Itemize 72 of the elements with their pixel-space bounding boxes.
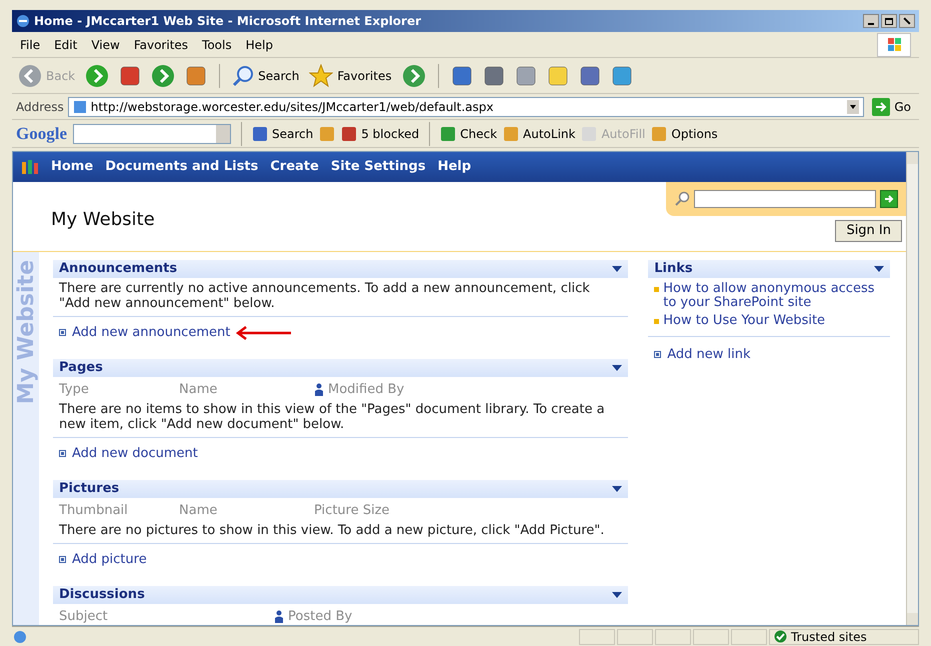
- empty-message: There are no items to show in this view of the "Pages" document library. To create a new item, click "Add new document" below.: [53, 402, 628, 438]
- scrollbar[interactable]: [906, 152, 918, 625]
- add-icon: [654, 351, 662, 358]
- empty-message: There are currently no active announcements. To add a new announcement, click "Add new announcement" below.: [53, 281, 628, 317]
- site-search-field[interactable]: [694, 190, 876, 208]
- menu-item[interactable]: File: [20, 36, 40, 54]
- dropdown-icon[interactable]: [612, 266, 622, 272]
- web-part-header: Discussions: [53, 586, 628, 604]
- blocked-button[interactable]: 5 blocked: [341, 124, 420, 142]
- web-part-header: Pages: [53, 358, 628, 376]
- link[interactable]: How to allow anonymous access to your SharePoint site: [663, 282, 884, 310]
- site-title: My Website: [51, 208, 155, 232]
- google-search-field[interactable]: [73, 124, 231, 144]
- empty-message: There are no pictures to show in this view. To add a new picture, click "Add Picture".: [53, 523, 628, 544]
- check-button[interactable]: Check: [440, 124, 498, 142]
- add-icon: [59, 450, 66, 458]
- link[interactable]: How to Use Your Website: [663, 314, 826, 328]
- menu-item[interactable]: Edit: [54, 36, 78, 54]
- arrow-icon: [883, 193, 895, 205]
- sidebar-title: My Website: [13, 260, 39, 404]
- web-part-header: Pictures: [53, 480, 628, 498]
- web-part-header: Announcements: [53, 260, 628, 278]
- autolink-button[interactable]: AutoLink: [503, 124, 576, 142]
- bullet-icon: [654, 319, 660, 324]
- menu-item[interactable]: Help: [246, 36, 273, 54]
- dropdown-icon: [847, 100, 860, 114]
- status-pane: [655, 628, 691, 644]
- window-title: Home - JMccarter1 Web Site - Microsoft Internet Explorer: [34, 13, 422, 30]
- close-button[interactable]: [899, 14, 915, 28]
- forward-icon: [85, 64, 110, 88]
- refresh-icon: [151, 64, 176, 88]
- add-link[interactable]: Add picture: [72, 550, 147, 570]
- status-pane: [579, 628, 615, 644]
- add-icon: [59, 329, 66, 336]
- logo-icon: [21, 158, 39, 176]
- nav-link[interactable]: Site Settings: [330, 157, 426, 177]
- search-button[interactable]: Search: [252, 124, 314, 142]
- address-label: Address: [16, 98, 64, 116]
- back-icon: [18, 64, 42, 88]
- address-field[interactable]: http://webstorage.worcester.edu/sites/JMccarter1/web/default.aspx: [68, 96, 864, 116]
- google-logo[interactable]: Google: [16, 120, 67, 146]
- web-part-header: Links: [648, 260, 890, 278]
- nav-link[interactable]: Home: [51, 157, 94, 177]
- favorites-button[interactable]: Favorites: [307, 64, 394, 88]
- sign-in-button[interactable]: Sign In: [835, 220, 902, 242]
- search-button[interactable]: Search: [230, 64, 302, 86]
- dropdown-icon[interactable]: [874, 266, 884, 272]
- dropdown-icon[interactable]: [612, 364, 622, 370]
- add-link[interactable]: Add new announcement: [72, 323, 230, 342]
- menu-item[interactable]: Favorites: [134, 36, 188, 54]
- add-icon: [59, 556, 66, 564]
- add-link[interactable]: Add new link: [667, 345, 751, 364]
- menu-item[interactable]: View: [91, 36, 120, 54]
- status-pane: [693, 628, 729, 644]
- maximize-button[interactable]: [881, 14, 897, 28]
- go-button[interactable]: Go: [868, 98, 915, 116]
- add-link[interactable]: Add new document: [72, 444, 198, 464]
- go-icon: [872, 98, 890, 116]
- minimize-button[interactable]: [863, 14, 879, 28]
- options-button[interactable]: Options: [651, 124, 718, 142]
- dropdown-icon[interactable]: [612, 592, 622, 598]
- menu-item[interactable]: Tools: [202, 36, 232, 54]
- nav-link[interactable]: Create: [270, 157, 319, 177]
- status-pane: [617, 628, 653, 644]
- bullet-icon: [654, 287, 660, 292]
- search-go-button[interactable]: [880, 190, 898, 208]
- nav-link[interactable]: Documents and Lists: [105, 157, 258, 177]
- star-icon: [309, 64, 334, 88]
- nav-link[interactable]: Help: [438, 157, 472, 177]
- dropdown-icon[interactable]: [612, 486, 622, 492]
- zone-label: Trusted sites: [791, 628, 867, 646]
- status-pane: [731, 628, 767, 644]
